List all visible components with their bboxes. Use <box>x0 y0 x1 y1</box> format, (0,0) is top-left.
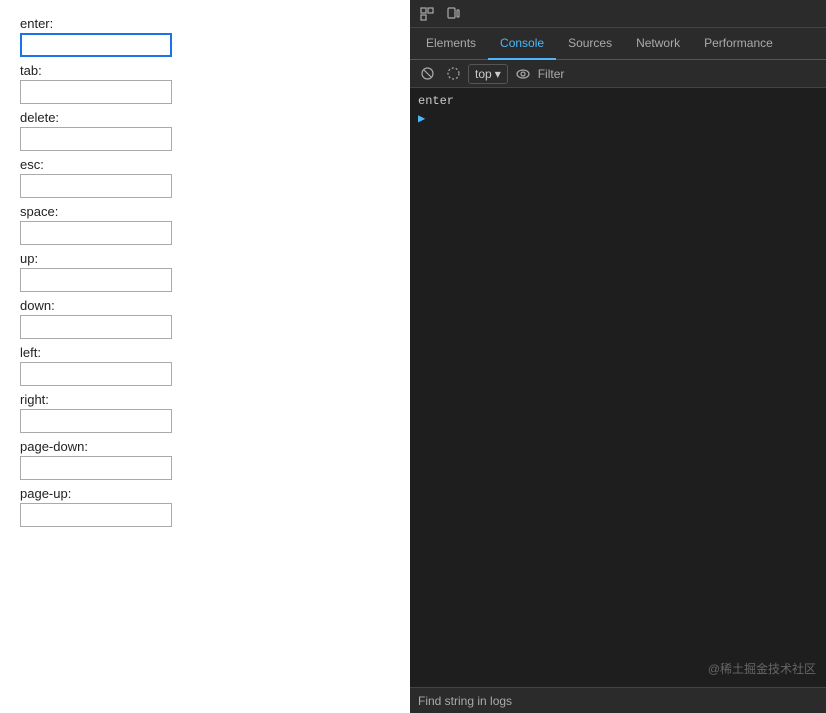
input-page-up[interactable] <box>20 503 172 527</box>
devtools-tabs: Elements Console Sources Network Perform… <box>410 28 826 60</box>
label-esc: esc: <box>20 157 390 172</box>
eye-btn[interactable] <box>512 63 534 85</box>
console-content: enter ▶ <box>410 88 826 687</box>
field-group-down: down: <box>20 298 390 339</box>
context-selector[interactable]: top ▾ <box>468 64 508 84</box>
label-page-up: page-up: <box>20 486 390 501</box>
field-group-enter: enter: <box>20 16 390 57</box>
label-up: up: <box>20 251 390 266</box>
field-group-tab: tab: <box>20 63 390 104</box>
field-group-up: up: <box>20 251 390 292</box>
label-delete: delete: <box>20 110 390 125</box>
console-enter-line: enter <box>418 92 818 110</box>
devtools-panel: Elements Console Sources Network Perform… <box>410 0 826 713</box>
context-arrow: ▾ <box>495 67 501 81</box>
devtools-bottombar: Find string in logs <box>410 687 826 713</box>
field-group-space: space: <box>20 204 390 245</box>
field-group-delete: delete: <box>20 110 390 151</box>
devtools-topbar <box>410 0 826 28</box>
tab-performance[interactable]: Performance <box>692 28 785 60</box>
tab-sources[interactable]: Sources <box>556 28 624 60</box>
label-right: right: <box>20 392 390 407</box>
input-delete[interactable] <box>20 127 172 151</box>
filter-label: Filter <box>538 67 565 81</box>
input-esc[interactable] <box>20 174 172 198</box>
label-space: space: <box>20 204 390 219</box>
find-string-label: Find string in logs <box>418 694 512 708</box>
console-arrow: ▶ <box>418 110 818 128</box>
input-tab[interactable] <box>20 80 172 104</box>
field-group-esc: esc: <box>20 157 390 198</box>
label-down: down: <box>20 298 390 313</box>
input-right[interactable] <box>20 409 172 433</box>
input-left[interactable] <box>20 362 172 386</box>
label-page-down: page-down: <box>20 439 390 454</box>
input-down[interactable] <box>20 315 172 339</box>
field-group-page-down: page-down: <box>20 439 390 480</box>
clear-console-btn[interactable] <box>416 63 438 85</box>
input-up[interactable] <box>20 268 172 292</box>
field-group-right: right: <box>20 392 390 433</box>
context-label: top <box>475 67 492 81</box>
tab-elements[interactable]: Elements <box>414 28 488 60</box>
input-space[interactable] <box>20 221 172 245</box>
label-left: left: <box>20 345 390 360</box>
console-toolbar: top ▾ Filter <box>410 60 826 88</box>
left-panel: enter: tab: delete: esc: space: up: down: left:… <box>0 0 410 713</box>
tab-network[interactable]: Network <box>624 28 692 60</box>
stop-btn[interactable] <box>442 63 464 85</box>
field-group-left: left: <box>20 345 390 386</box>
input-page-down[interactable] <box>20 456 172 480</box>
label-enter: enter: <box>20 16 390 31</box>
input-enter[interactable] <box>20 33 172 57</box>
inspect-icon-btn[interactable] <box>416 3 438 25</box>
field-group-page-up: page-up: <box>20 486 390 527</box>
device-icon-btn[interactable] <box>442 3 464 25</box>
label-tab: tab: <box>20 63 390 78</box>
tab-console[interactable]: Console <box>488 28 556 60</box>
